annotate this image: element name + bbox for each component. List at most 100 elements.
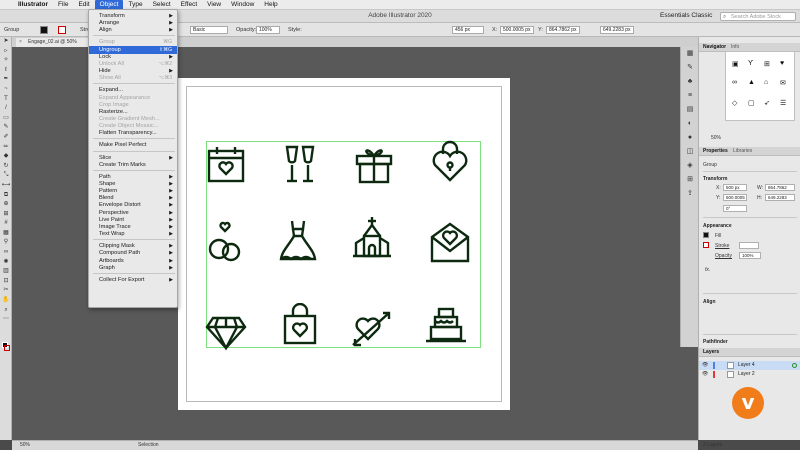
free-transform-tool-icon[interactable]: ⧉ <box>0 191 12 201</box>
graph-tool-icon[interactable]: ▥ <box>0 267 12 277</box>
wedding-dress-icon[interactable] <box>277 219 319 261</box>
shape-builder-tool-icon[interactable]: ⊕ <box>0 200 12 210</box>
symbol-sprayer-tool-icon[interactable]: ✺ <box>0 258 12 268</box>
tab-properties[interactable]: Properties <box>703 148 728 154</box>
menu-item-collect-for-export[interactable]: Collect For Export ▶ <box>89 276 177 284</box>
graphic-styles-panel-icon[interactable]: ◫ <box>681 145 699 159</box>
zoom-level[interactable]: 50% <box>20 441 30 450</box>
stroke-label[interactable]: Stroke <box>715 243 729 249</box>
lasso-tool-icon[interactable]: ℓ <box>0 66 12 76</box>
selection-tool-icon[interactable]: ➤ <box>0 37 12 47</box>
menu-item-align[interactable]: Align ▶ <box>89 26 177 34</box>
hand-tool-icon[interactable]: ✋ <box>0 296 12 306</box>
menu-item-make-pixel-perfect[interactable]: Make Pixel Perfect <box>89 141 177 149</box>
stroke-panel-icon[interactable]: ≡ <box>681 89 699 103</box>
artboards-panel-icon[interactable]: ⊞ <box>681 173 699 187</box>
rectangle-tool-icon[interactable]: ▭ <box>0 114 12 124</box>
mesh-tool-icon[interactable]: # <box>0 219 12 229</box>
stroke-swatch[interactable] <box>58 26 66 34</box>
prop-h-field[interactable]: 649.2283 <box>765 194 795 201</box>
navigator-preview[interactable]: ▣ Ƴ ⊞ ♥ ∞ ▲ ⌂ ✉ ◇ ▢ ➶ ☰ <box>725 51 795 121</box>
menu-item-create-trim-marks[interactable]: Create Trim Marks <box>89 161 177 169</box>
love-letter-icon[interactable] <box>429 221 471 263</box>
layer-row[interactable]: 👁 Layer 4 <box>699 361 800 370</box>
tab-libraries[interactable]: Libraries <box>733 148 752 154</box>
scale-tool-icon[interactable]: ⤡ <box>0 171 12 181</box>
brushes-panel-icon[interactable]: ✎ <box>681 61 699 75</box>
eyedropper-tool-icon[interactable]: ⚲ <box>0 238 12 248</box>
slice-tool-icon[interactable]: ✂ <box>0 286 12 296</box>
menu-item-graph[interactable]: Graph ▶ <box>89 264 177 272</box>
wedding-rings-icon[interactable] <box>205 221 247 263</box>
layer-target-icon[interactable] <box>792 363 797 368</box>
width-tool-icon[interactable]: ⟷ <box>0 181 12 191</box>
blend-tool-icon[interactable]: ∞ <box>0 248 12 258</box>
perspective-grid-tool-icon[interactable]: ⊞ <box>0 210 12 220</box>
symbols-panel-icon[interactable]: ♣ <box>681 75 699 89</box>
fx-button[interactable]: fx. <box>705 267 710 273</box>
prop-x-field[interactable]: 500 px <box>723 184 747 191</box>
menu-item-text-wrap[interactable]: Text Wrap ▶ <box>89 230 177 238</box>
menu-help[interactable]: Help <box>259 0 282 10</box>
prop-y-field[interactable]: 500.0005 <box>723 194 747 201</box>
champagne-glasses-icon[interactable] <box>279 143 321 185</box>
menu-window[interactable]: Window <box>226 0 259 10</box>
type-tool-icon[interactable]: T <box>0 95 12 105</box>
y-field[interactable]: 864.7862 px <box>546 26 580 34</box>
eye-icon[interactable]: 👁 <box>702 361 708 370</box>
appearance-panel-icon[interactable]: ● <box>681 131 699 145</box>
transparency-panel-icon[interactable]: ◐ <box>681 117 699 131</box>
menu-file[interactable]: File <box>53 0 73 10</box>
gradient-panel-icon[interactable]: ▤ <box>681 103 699 117</box>
close-icon[interactable]: × <box>19 38 22 47</box>
tab-info[interactable]: Info <box>731 44 739 50</box>
heart-arrow-icon[interactable] <box>351 307 393 349</box>
stock-search-input[interactable]: ⌕ Search Adobe Stock <box>720 12 796 21</box>
gift-box-icon[interactable] <box>353 143 395 185</box>
rotate-tool-icon[interactable]: ↻ <box>0 162 12 172</box>
edit-toolbar-icon[interactable]: ⋯ <box>0 315 12 325</box>
line-tool-icon[interactable]: / <box>0 104 12 114</box>
current-tool[interactable]: Selection <box>138 441 159 450</box>
tab-layers[interactable]: Layers <box>703 349 719 355</box>
stroke-swatch[interactable] <box>703 242 709 248</box>
wedding-cake-icon[interactable] <box>425 303 467 345</box>
x-field[interactable]: 500.0005 px <box>500 26 534 34</box>
direct-selection-tool-icon[interactable]: ▹ <box>0 47 12 57</box>
calendar-heart-icon[interactable] <box>205 143 247 185</box>
eye-icon[interactable]: 👁 <box>702 370 708 379</box>
opacity-label[interactable]: Opacity <box>715 253 732 259</box>
diamond-icon[interactable] <box>205 310 247 352</box>
menu-view[interactable]: View <box>202 0 226 10</box>
opacity-field[interactable]: 100% <box>256 26 280 34</box>
layer-name[interactable]: Layer 2 <box>738 370 755 379</box>
fill-swatch[interactable] <box>703 232 709 238</box>
brush-select[interactable]: Basic <box>190 26 228 34</box>
menu-effect[interactable]: Effect <box>176 0 203 10</box>
zoom-tool-icon[interactable]: ⌕ <box>0 306 12 316</box>
gradient-tool-icon[interactable]: ▦ <box>0 229 12 239</box>
pencil-tool-icon[interactable]: ✏ <box>0 143 12 153</box>
pen-tool-icon[interactable]: ✒ <box>0 75 12 85</box>
swatches-panel-icon[interactable]: ▦ <box>681 47 699 61</box>
tab-navigator[interactable]: Navigator <box>703 44 726 50</box>
layers-panel-icon[interactable]: ◈ <box>681 159 699 173</box>
w-field[interactable]: 456 px <box>452 26 484 34</box>
church-icon[interactable] <box>351 216 393 258</box>
asset-export-panel-icon[interactable]: ⇪ <box>681 187 699 201</box>
stroke-color-box[interactable] <box>4 345 10 351</box>
paintbrush-tool-icon[interactable]: ✎ <box>0 123 12 133</box>
stroke-weight-field[interactable] <box>739 242 759 249</box>
prop-w-field[interactable]: 864.7862 <box>765 184 795 191</box>
menu-item-flatten-transparency[interactable]: Flatten Transparency... <box>89 129 177 137</box>
curvature-tool-icon[interactable]: ~ <box>0 85 12 95</box>
fill-swatch[interactable] <box>40 26 48 34</box>
shopping-bag-icon[interactable] <box>279 302 321 345</box>
menu-item-show-all[interactable]: Show All ⌥⌘3 <box>89 74 177 82</box>
eraser-tool-icon[interactable]: ◆ <box>0 152 12 162</box>
heart-padlock-icon[interactable] <box>429 140 471 182</box>
rotate-angle-field[interactable]: 0° <box>723 205 747 212</box>
shaper-tool-icon[interactable]: ✐ <box>0 133 12 143</box>
magic-wand-tool-icon[interactable]: ✧ <box>0 56 12 66</box>
menu-illustrator[interactable]: Illustrator <box>13 0 53 10</box>
